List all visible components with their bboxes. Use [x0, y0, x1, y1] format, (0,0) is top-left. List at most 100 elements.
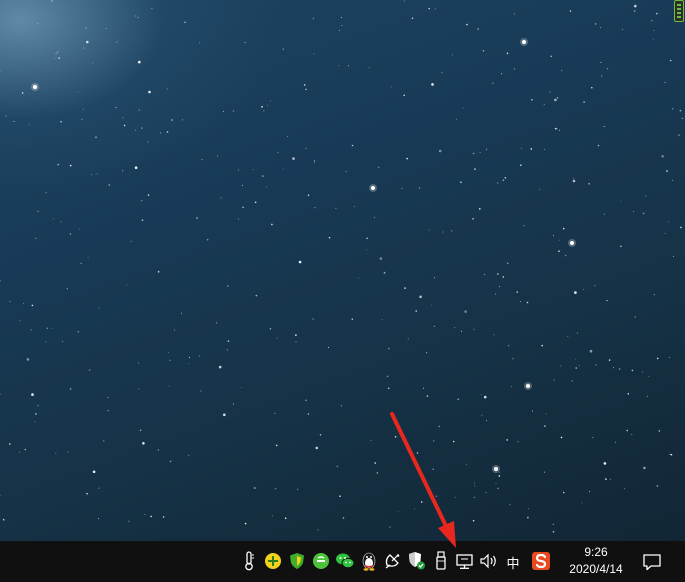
star	[181, 119, 183, 121]
star	[433, 440, 435, 442]
star	[622, 29, 624, 30]
star	[576, 332, 578, 334]
star	[0, 70, 2, 72]
star	[55, 53, 57, 55]
notification-icon[interactable]	[640, 550, 664, 574]
star	[0, 280, 1, 282]
satellite-icon[interactable]	[382, 550, 404, 572]
star	[351, 318, 354, 321]
star	[432, 468, 435, 471]
green-shield-icon[interactable]	[286, 550, 308, 572]
star	[85, 27, 87, 29]
star	[472, 519, 475, 522]
star	[407, 338, 409, 340]
network-monitor-icon[interactable]	[454, 550, 476, 572]
star	[298, 260, 302, 264]
star	[624, 488, 626, 490]
star	[307, 413, 310, 415]
star	[51, 0, 53, 2]
windows-security-icon[interactable]	[406, 550, 428, 572]
star	[606, 300, 608, 302]
star	[379, 257, 383, 260]
star	[681, 117, 684, 120]
star	[287, 136, 288, 137]
star	[77, 91, 79, 93]
star	[135, 129, 137, 131]
star	[508, 345, 510, 347]
sogou-input-icon[interactable]	[530, 550, 552, 572]
usb-drive-icon[interactable]	[430, 550, 452, 572]
star	[406, 157, 408, 160]
battery-widget[interactable]	[674, 0, 684, 22]
star	[174, 329, 176, 331]
wechat-icon[interactable]	[334, 550, 356, 572]
star	[368, 67, 370, 69]
star	[189, 356, 190, 358]
star	[603, 213, 605, 215]
star	[327, 346, 329, 348]
star	[338, 65, 340, 67]
thermometer-icon[interactable]	[238, 550, 260, 572]
star	[34, 421, 36, 423]
star	[284, 517, 287, 519]
star	[0, 494, 1, 496]
star	[479, 208, 481, 210]
star	[223, 413, 226, 417]
star	[339, 495, 341, 498]
ime-icon[interactable]: 中	[502, 551, 524, 573]
star	[642, 212, 645, 215]
star	[648, 376, 650, 377]
star	[397, 511, 399, 513]
star	[578, 365, 580, 367]
star	[244, 522, 247, 525]
star	[658, 430, 661, 432]
star	[462, 107, 464, 109]
star	[403, 94, 406, 97]
star	[277, 152, 279, 154]
star	[57, 51, 59, 53]
star	[543, 471, 545, 473]
star	[21, 92, 24, 94]
star	[147, 141, 149, 143]
star	[511, 386, 513, 387]
star	[575, 358, 577, 360]
star	[295, 341, 297, 343]
star	[664, 82, 666, 83]
star	[144, 514, 146, 516]
star	[495, 482, 497, 484]
add-plus-icon[interactable]	[262, 550, 284, 572]
star	[499, 471, 501, 473]
star	[558, 239, 560, 241]
star	[269, 328, 272, 330]
star	[626, 429, 628, 432]
star	[52, 218, 54, 220]
star	[545, 413, 547, 415]
star	[168, 385, 170, 387]
star	[199, 42, 200, 44]
star	[416, 452, 419, 454]
star	[151, 8, 153, 9]
clock[interactable]: 9:26 2020/4/14	[556, 544, 636, 580]
star	[502, 276, 505, 278]
star	[130, 240, 132, 242]
star	[134, 166, 138, 169]
star	[37, 23, 39, 25]
star	[126, 284, 128, 286]
star	[206, 238, 209, 241]
star	[254, 201, 257, 204]
star	[35, 413, 37, 415]
star	[80, 262, 82, 264]
volume-icon[interactable]	[478, 550, 500, 572]
qq-penguin-icon[interactable]	[358, 550, 380, 572]
star	[403, 0, 405, 2]
star	[575, 367, 577, 369]
star	[484, 273, 486, 275]
star	[157, 449, 159, 451]
star	[560, 436, 563, 439]
star	[122, 117, 124, 119]
green-circle-app-icon[interactable]	[310, 550, 332, 572]
bright-star	[520, 38, 528, 46]
star	[516, 291, 518, 293]
star	[498, 475, 501, 477]
star	[530, 148, 533, 150]
